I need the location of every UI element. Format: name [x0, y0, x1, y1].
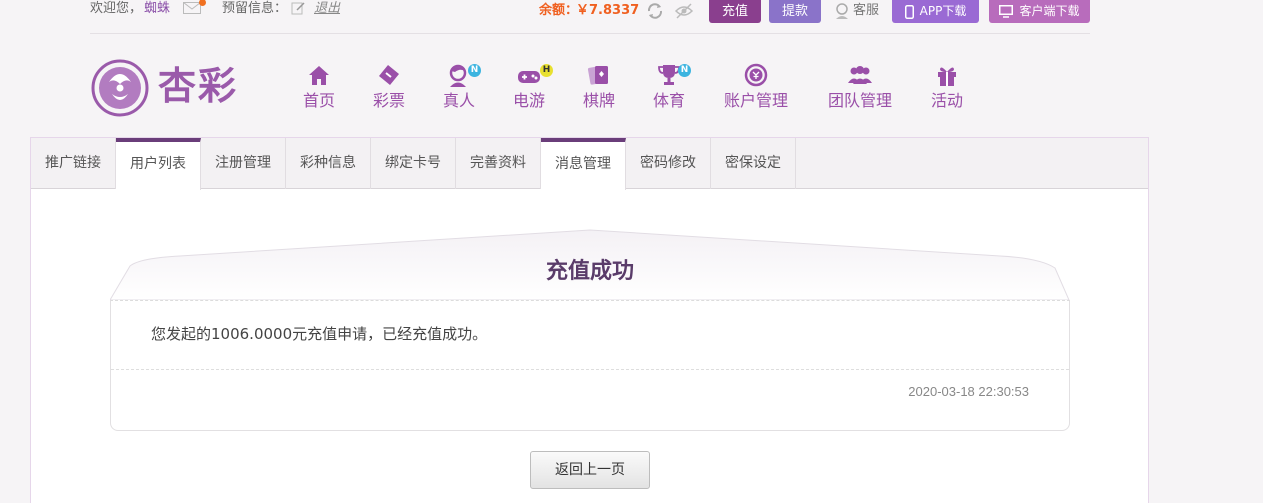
customer-service-link[interactable]: 客服 — [853, 2, 879, 19]
recharge-button[interactable]: 充值 — [709, 0, 761, 23]
message-card: 您发起的1006.0000元充值申请，已经充值成功。 2020-03-18 22… — [110, 300, 1070, 431]
balance-label: 余额： — [539, 3, 579, 18]
nav-chess[interactable]: 棋牌 — [579, 62, 619, 114]
withdraw-button[interactable]: 提款 — [769, 0, 821, 23]
reserve-info-label: 预留信息： — [222, 1, 288, 16]
nav-account[interactable]: 账户管理 — [721, 62, 791, 114]
nav-label: 首页 — [302, 91, 335, 110]
top-bar: 欢迎您， 蜘蛛 预留信息： 退出 余额： ￥7.8337 充值 提款 客服 APP… — [0, 0, 1263, 25]
tab-bind-card[interactable]: 绑定卡号 — [371, 138, 456, 189]
home-icon — [309, 66, 329, 85]
phone-icon — [904, 4, 914, 19]
tab-user-list[interactable]: 用户列表 — [116, 138, 201, 190]
logo-text: 杏彩 — [158, 63, 239, 108]
client-download-label: 客户端下载 — [1019, 4, 1080, 18]
new-badge: N — [468, 64, 481, 77]
card-divider — [111, 369, 1069, 370]
trophy-icon — [658, 65, 680, 85]
nav-home[interactable]: 首页 — [299, 62, 339, 114]
welcome-label: 欢迎您， — [90, 1, 143, 16]
app-download-label: APP下载 — [919, 4, 967, 18]
nav-label: 账户管理 — [723, 91, 788, 110]
nav-label: 棋牌 — [582, 91, 615, 110]
nav-live[interactable]: N 真人 — [439, 62, 481, 114]
sub-tab-bar: 推广链接 用户列表 注册管理 彩种信息 绑定卡号 完善资料 消息管理 密码修改 … — [31, 138, 1148, 190]
edit-icon[interactable] — [291, 1, 305, 15]
account-icon — [744, 63, 768, 87]
nav-sports[interactable]: N 体育 — [649, 62, 691, 114]
cards-icon — [587, 66, 608, 85]
nav-label: 彩票 — [372, 91, 405, 110]
team-icon — [848, 66, 872, 84]
balance-value: ￥7.8337 — [576, 3, 640, 18]
nav-label: 电游 — [512, 91, 545, 110]
nav-egame[interactable]: H 电游 — [509, 62, 553, 114]
tab-profile[interactable]: 完善资料 — [456, 138, 541, 189]
monitor-icon — [999, 5, 1014, 18]
gamepad-icon — [518, 71, 540, 83]
client-download-button[interactable]: 客户端下载 — [989, 0, 1090, 23]
username[interactable]: 蜘蛛 — [144, 1, 170, 16]
nav-label: 团队管理 — [827, 91, 892, 110]
message-title: 充值成功 — [545, 259, 634, 284]
nav-activity[interactable]: 活动 — [927, 62, 967, 114]
tab-messages[interactable]: 消息管理 — [541, 138, 626, 190]
gift-icon — [938, 67, 956, 86]
new-badge: N — [678, 64, 691, 77]
refresh-icon[interactable] — [646, 2, 664, 20]
tab-security[interactable]: 密保设定 — [711, 138, 796, 189]
app-download-button[interactable]: APP下载 — [892, 0, 979, 23]
nav-lottery[interactable]: 彩票 — [369, 62, 409, 114]
hide-balance-icon[interactable] — [674, 2, 694, 20]
back-button[interactable]: 返回上一页 — [530, 451, 650, 489]
tab-promo-link[interactable]: 推广链接 — [31, 138, 116, 189]
header-divider — [90, 33, 1090, 34]
nav-label: 体育 — [652, 91, 685, 110]
hot-badge: H — [540, 64, 553, 77]
message-body: 您发起的1006.0000元充值申请，已经充值成功。 — [151, 325, 488, 343]
nav-team[interactable]: 团队管理 — [825, 62, 895, 114]
nav-label: 真人 — [442, 91, 475, 110]
unread-dot — [199, 0, 206, 6]
tab-registration[interactable]: 注册管理 — [201, 138, 286, 189]
nav-label: 活动 — [930, 91, 963, 110]
tab-lottery-info[interactable]: 彩种信息 — [286, 138, 371, 189]
logout-link[interactable]: 退出 — [314, 0, 340, 17]
tab-password[interactable]: 密码修改 — [626, 138, 711, 189]
live-dealer-icon — [449, 64, 467, 87]
welcome-text: 欢迎您， 蜘蛛 — [90, 0, 170, 17]
lottery-ticket-icon — [379, 65, 399, 85]
customer-service-icon[interactable] — [834, 2, 850, 20]
message-timestamp: 2020-03-18 22:30:53 — [908, 384, 1029, 399]
